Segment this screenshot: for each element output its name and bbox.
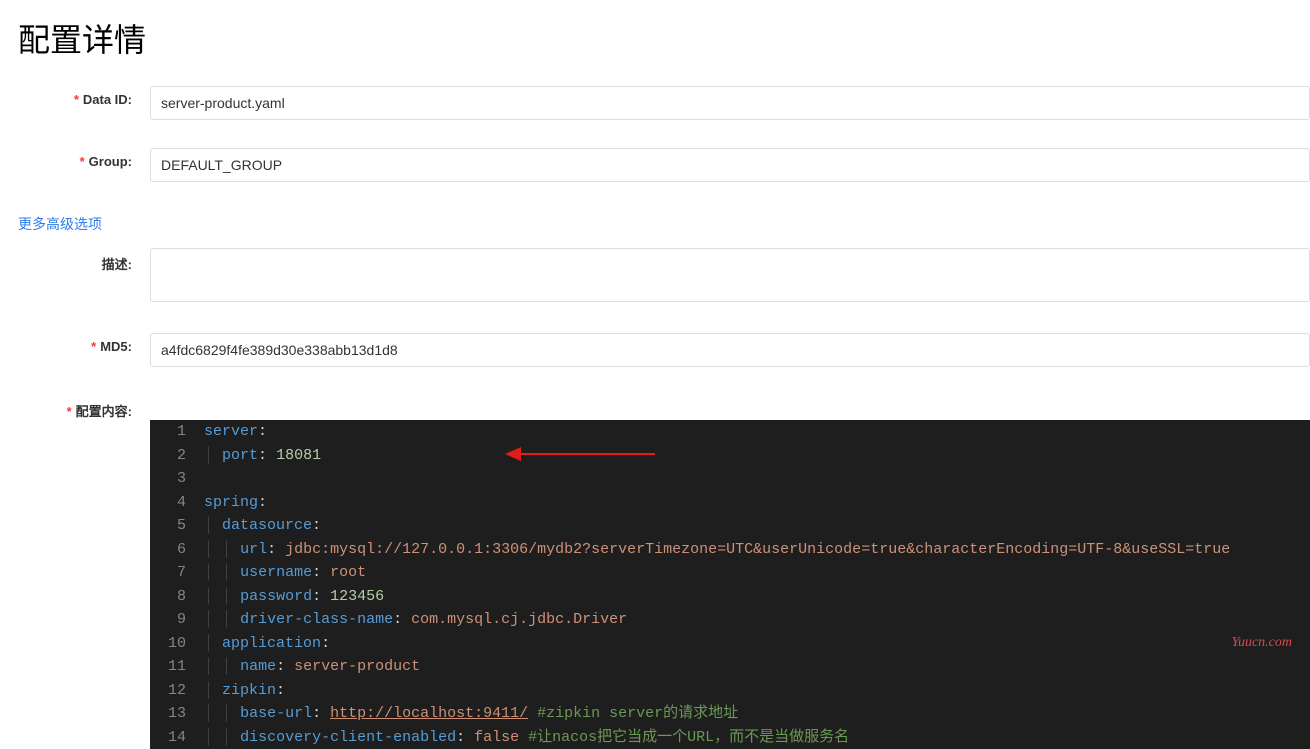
row-content: *配置内容: bbox=[0, 395, 1310, 420]
input-group[interactable] bbox=[150, 148, 1310, 182]
row-group: *Group: bbox=[0, 148, 1310, 182]
code-gutter: 1234567891011121314 bbox=[150, 420, 198, 749]
label-desc: 描述: bbox=[0, 248, 150, 273]
code-content[interactable]: server:│ port: 18081spring:│ datasource:… bbox=[198, 420, 1310, 749]
row-md5: *MD5: bbox=[0, 333, 1310, 367]
input-data-id[interactable] bbox=[150, 86, 1310, 120]
label-md5: *MD5: bbox=[0, 333, 150, 354]
label-data-id: *Data ID: bbox=[0, 86, 150, 107]
label-content: *配置内容: bbox=[0, 395, 150, 420]
row-desc: 描述: bbox=[0, 248, 1310, 305]
input-md5[interactable] bbox=[150, 333, 1310, 367]
page-title: 配置详情 bbox=[0, 0, 1310, 86]
code-editor[interactable]: 1234567891011121314 server:│ port: 18081… bbox=[150, 420, 1310, 749]
link-more-options[interactable]: 更多高级选项 bbox=[18, 216, 102, 232]
label-group: *Group: bbox=[0, 148, 150, 169]
textarea-desc[interactable] bbox=[150, 248, 1310, 302]
row-data-id: *Data ID: bbox=[0, 86, 1310, 120]
